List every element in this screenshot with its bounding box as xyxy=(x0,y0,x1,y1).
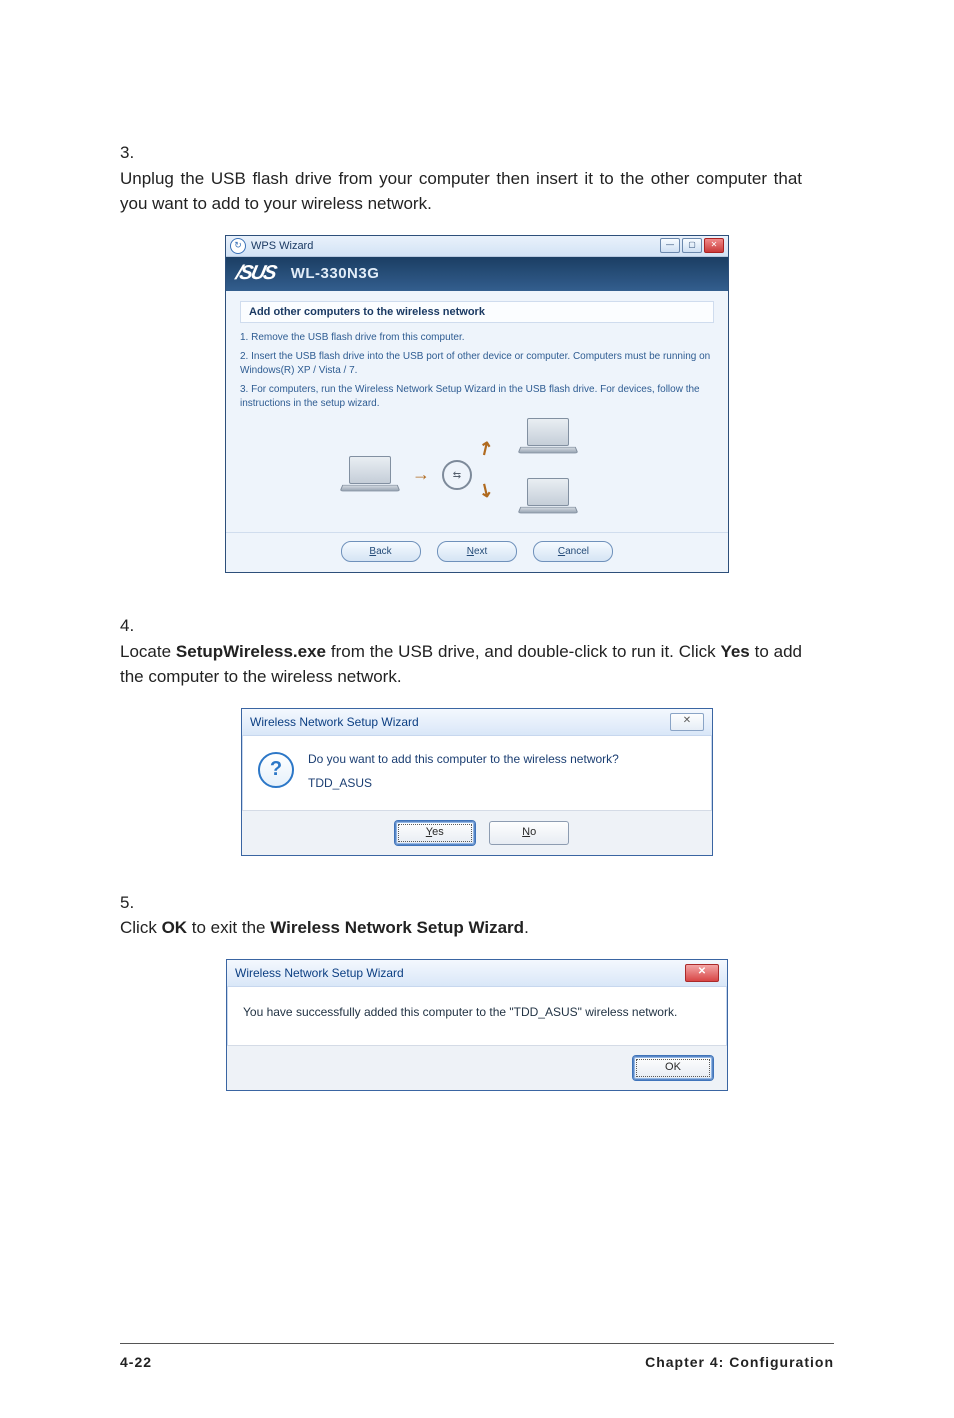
wizard-name-bold: Wireless Network Setup Wizard xyxy=(270,918,524,937)
wps-model: WL-330N3G xyxy=(291,265,380,282)
step-4-body: Locate SetupWireless.exe from the USB dr… xyxy=(120,639,802,690)
wps-illustration: → ⇆ ↗ ↘ xyxy=(240,416,714,526)
confirm-dialog: Wireless Network Setup Wizard ✕ ? Do you… xyxy=(241,708,713,856)
wps-wizard-window: ↻ WPS Wizard — ▢ ✕ /SUS WL-330N3G Add ot… xyxy=(225,235,729,574)
back-button[interactable]: Back xyxy=(341,541,421,562)
laptop-top-right-icon xyxy=(518,418,578,460)
step-5: 5. Click OK to exit the Wireless Network… xyxy=(120,890,834,941)
yes-bold: Yes xyxy=(720,642,749,661)
question-icon: ? xyxy=(258,752,294,788)
confirm-dialog-body: ? Do you want to add this computer to th… xyxy=(242,736,712,810)
page-footer: 4-22 Chapter 4: Configuration xyxy=(120,1343,834,1370)
arrow-right-icon: → xyxy=(412,464,430,485)
wps-header: /SUS WL-330N3G xyxy=(226,257,728,291)
step-3-num: 3. xyxy=(120,140,148,166)
step-4-num: 4. xyxy=(120,613,148,639)
confirm-dialog-text: Do you want to add this computer to the … xyxy=(308,752,619,790)
maximize-button[interactable]: ▢ xyxy=(682,238,702,253)
laptop-left-icon xyxy=(340,456,400,498)
confirm-close-button[interactable]: ✕ xyxy=(670,713,704,731)
yes-button[interactable]: Yes xyxy=(395,821,475,845)
window-buttons: — ▢ ✕ xyxy=(660,238,724,253)
success-close-button[interactable]: ✕ xyxy=(685,964,719,982)
close-button[interactable]: ✕ xyxy=(704,238,724,253)
step-5-num: 5. xyxy=(120,890,148,916)
page-number: 4-22 xyxy=(120,1354,152,1370)
ok-button[interactable]: OK xyxy=(633,1056,713,1080)
confirm-ssid: TDD_ASUS xyxy=(308,776,619,790)
wps-p2: 2. Insert the USB flash drive into the U… xyxy=(240,350,714,377)
step-5-body: Click OK to exit the Wireless Network Se… xyxy=(120,915,802,941)
wps-p3: 3. For computers, run the Wireless Netwo… xyxy=(240,383,714,410)
chapter-label: Chapter 4: Configuration xyxy=(645,1354,834,1370)
wps-p1: 1. Remove the USB flash drive from this … xyxy=(240,331,714,345)
confirm-dialog-titlebar: Wireless Network Setup Wizard ✕ xyxy=(242,709,712,736)
wps-content: Add other computers to the wireless netw… xyxy=(226,291,728,533)
ok-bold: OK xyxy=(162,918,188,937)
confirm-line1: Do you want to add this computer to the … xyxy=(308,752,619,766)
step-3-text: Unplug the USB flash drive from your com… xyxy=(120,166,802,217)
step-4: 4. Locate SetupWireless.exe from the USB… xyxy=(120,613,834,690)
wps-heading: Add other computers to the wireless netw… xyxy=(240,301,714,323)
wps-app-icon: ↻ xyxy=(230,238,246,254)
usb-circle-icon: ⇆ xyxy=(442,460,472,490)
success-dialog-title: Wireless Network Setup Wizard xyxy=(235,966,404,980)
next-button[interactable]: Next xyxy=(437,541,517,562)
success-dialog: Wireless Network Setup Wizard ✕ You have… xyxy=(226,959,728,1091)
no-button[interactable]: No xyxy=(489,821,569,845)
setupwireless-exe: SetupWireless.exe xyxy=(176,642,326,661)
wps-titlebar: ↻ WPS Wizard — ▢ ✕ xyxy=(226,236,728,257)
wps-button-row: Back Next Cancel xyxy=(226,532,728,572)
success-dialog-titlebar: Wireless Network Setup Wizard ✕ xyxy=(227,960,727,987)
step-3: 3. Unplug the USB flash drive from your … xyxy=(120,140,834,217)
asus-logo: /SUS xyxy=(234,262,278,285)
minimize-button[interactable]: — xyxy=(660,238,680,253)
arrow-up-right-icon: ↗ xyxy=(474,436,498,462)
success-dialog-text: You have successfully added this compute… xyxy=(243,1005,677,1019)
success-dialog-body: You have successfully added this compute… xyxy=(227,987,727,1045)
cancel-button[interactable]: Cancel xyxy=(533,541,613,562)
confirm-dialog-title: Wireless Network Setup Wizard xyxy=(250,715,419,729)
success-dialog-footer: OK xyxy=(227,1045,727,1090)
confirm-dialog-footer: Yes No xyxy=(242,810,712,855)
wps-title: WPS Wizard xyxy=(251,240,313,252)
laptop-bottom-right-icon xyxy=(518,478,578,520)
arrow-down-right-icon: ↘ xyxy=(474,478,498,504)
